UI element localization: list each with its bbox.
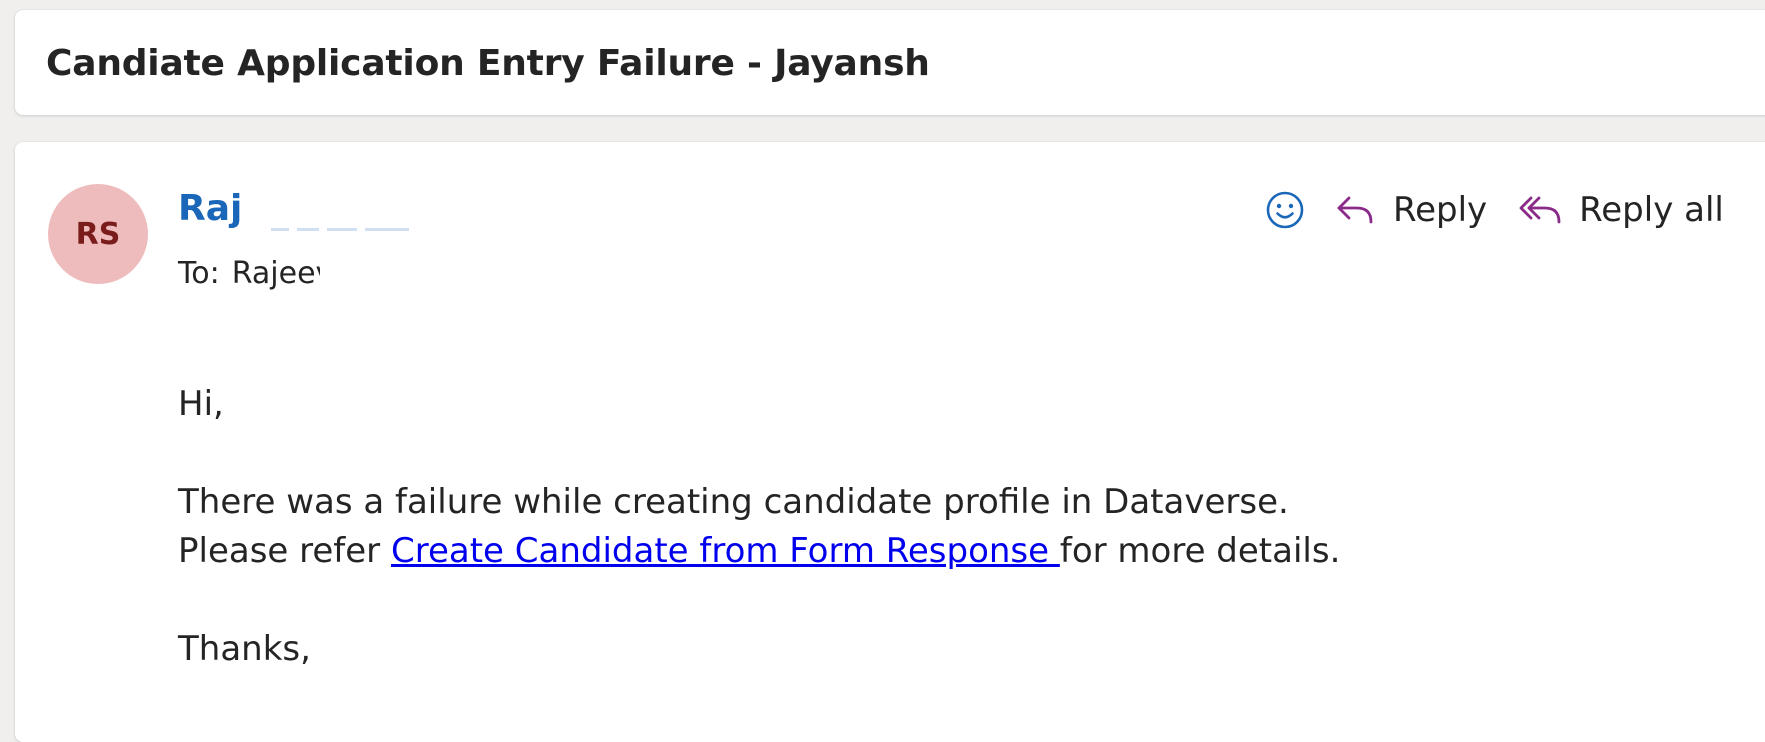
body-line-1: There was a failure while creating candi… bbox=[178, 482, 1289, 522]
flow-run-link[interactable]: Create Candidate from Form Response bbox=[391, 531, 1060, 571]
greeting: Hi, bbox=[178, 384, 224, 424]
message-body: Hi, There was a failure while creating c… bbox=[178, 380, 1340, 674]
reply-icon bbox=[1337, 196, 1373, 224]
message-card: RS Raj To: Rajeev Reply bbox=[15, 142, 1765, 742]
email-subject: Candiate Application Entry Failure - Jay… bbox=[46, 43, 930, 84]
smiley-icon bbox=[1266, 191, 1304, 229]
sender-name[interactable]: Raj bbox=[178, 188, 271, 238]
avatar-initials: RS bbox=[75, 216, 121, 252]
subject-header: Candiate Application Entry Failure - Jay… bbox=[15, 10, 1765, 115]
to-label: To: bbox=[178, 256, 220, 291]
reply-button[interactable]: Reply bbox=[1335, 190, 1487, 230]
reply-all-label: Reply all bbox=[1579, 190, 1724, 230]
body-line-2-prefix: Please refer bbox=[178, 531, 391, 571]
body-line-2-suffix: for more details. bbox=[1059, 531, 1341, 571]
signoff: Thanks, bbox=[178, 629, 311, 669]
body-line-2: Please refer Create Candidate from Form … bbox=[178, 527, 1340, 576]
recipient-name[interactable]: Rajeev bbox=[232, 256, 320, 291]
react-button[interactable] bbox=[1260, 185, 1310, 235]
sender-avatar[interactable]: RS bbox=[48, 184, 148, 284]
reply-all-button[interactable]: Reply all bbox=[1519, 190, 1724, 230]
sender-name-redacted bbox=[271, 226, 426, 234]
reply-all-icon bbox=[1519, 196, 1561, 224]
message-actions: Reply Reply all bbox=[1260, 182, 1756, 238]
recipient-line: To: Rajeev bbox=[178, 256, 320, 291]
reply-label: Reply bbox=[1393, 190, 1488, 230]
